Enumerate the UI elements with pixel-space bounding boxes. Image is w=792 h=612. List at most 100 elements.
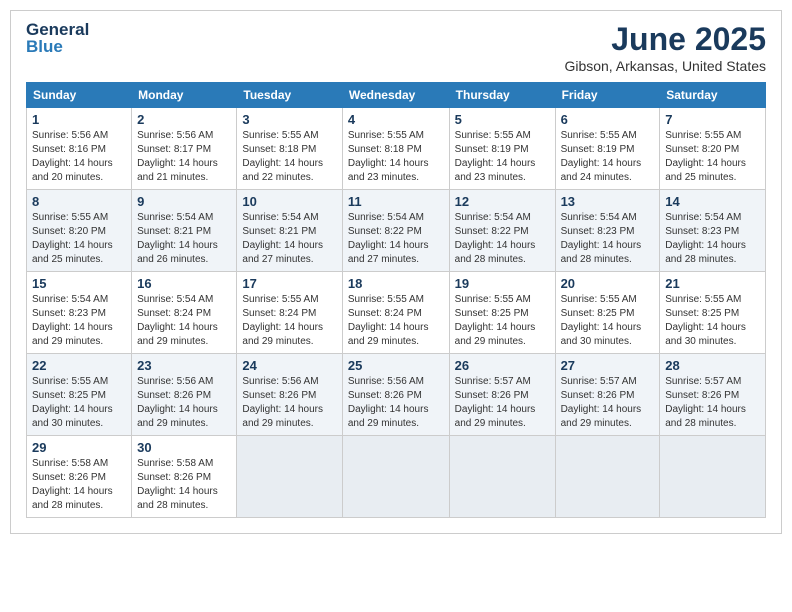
calendar-cell: 19 Sunrise: 5:55 AMSunset: 8:25 PMDayligh… <box>449 272 555 354</box>
calendar-cell: 30Sunrise: 5:58 AMSunset: 8:26 PMDayligh… <box>132 436 237 518</box>
weekday-header-thursday: Thursday <box>449 83 555 108</box>
day-info: Sunrise: 5:54 AMSunset: 8:24 PMDaylight:… <box>137 293 231 349</box>
calendar-cell: 11 Sunrise: 5:54 AMSunset: 8:22 PMDayligh… <box>342 190 449 272</box>
calendar-cell: 23 Sunrise: 5:56 AMSunset: 8:26 PMDayligh… <box>132 354 237 436</box>
calendar-cell: 12 Sunrise: 5:54 AMSunset: 8:22 PMDayligh… <box>449 190 555 272</box>
calendar-header-row: SundayMondayTuesdayWednesdayThursdayFrid… <box>27 83 766 108</box>
day-info: Sunrise: 5:54 AMSunset: 8:22 PMDaylight:… <box>455 211 550 267</box>
day-info: Sunrise: 5:56 AMSunset: 8:17 PMDaylight:… <box>137 129 231 185</box>
calendar-cell <box>660 436 766 518</box>
weekday-header-wednesday: Wednesday <box>342 83 449 108</box>
day-info: Sunrise: 5:55 AMSunset: 8:20 PMDaylight:… <box>665 129 760 185</box>
day-number: 15 <box>32 276 126 291</box>
day-number: 26 <box>455 358 550 373</box>
day-number: 12 <box>455 194 550 209</box>
day-number: 7 <box>665 112 760 127</box>
day-info: Sunrise: 5:58 AMSunset: 8:26 PMDaylight:… <box>32 457 126 513</box>
calendar-cell: 18Sunrise: 5:55 AMSunset: 8:24 PMDayligh… <box>342 272 449 354</box>
day-info: Sunrise: 5:54 AMSunset: 8:23 PMDaylight:… <box>665 211 760 267</box>
calendar-week-row: 29 Sunrise: 5:58 AMSunset: 8:26 PMDayligh… <box>27 436 766 518</box>
day-number: 3 <box>242 112 336 127</box>
calendar-cell: 5 Sunrise: 5:55 AMSunset: 8:19 PMDaylight… <box>449 108 555 190</box>
day-info: Sunrise: 5:55 AMSunset: 8:25 PMDaylight:… <box>32 375 126 431</box>
day-info: Sunrise: 5:55 AMSunset: 8:20 PMDaylight:… <box>32 211 126 267</box>
calendar-cell: 1Sunrise: 5:56 AMSunset: 8:16 PMDaylight… <box>27 108 132 190</box>
calendar-cell: 27 Sunrise: 5:57 AMSunset: 8:26 PMDayligh… <box>555 354 660 436</box>
day-number: 13 <box>561 194 655 209</box>
calendar-cell: 9 Sunrise: 5:54 AMSunset: 8:21 PMDaylight… <box>132 190 237 272</box>
day-info: Sunrise: 5:55 AMSunset: 8:24 PMDaylight:… <box>242 293 336 349</box>
calendar-cell: 21 Sunrise: 5:55 AMSunset: 8:25 PMDayligh… <box>660 272 766 354</box>
logo: General Blue <box>26 21 64 59</box>
day-number: 28 <box>665 358 760 373</box>
calendar-cell: 14 Sunrise: 5:54 AMSunset: 8:23 PMDayligh… <box>660 190 766 272</box>
day-number: 14 <box>665 194 760 209</box>
day-number: 25 <box>348 358 444 373</box>
day-number: 19 <box>455 276 550 291</box>
title-block: June 2025 Gibson, Arkansas, United State… <box>564 21 766 74</box>
day-info: Sunrise: 5:54 AMSunset: 8:23 PMDaylight:… <box>561 211 655 267</box>
calendar-cell: 6 Sunrise: 5:55 AMSunset: 8:19 PMDaylight… <box>555 108 660 190</box>
day-number: 4 <box>348 112 444 127</box>
day-number: 11 <box>348 194 444 209</box>
day-info: Sunrise: 5:57 AMSunset: 8:26 PMDaylight:… <box>455 375 550 431</box>
day-number: 30 <box>137 440 231 455</box>
day-info: Sunrise: 5:55 AMSunset: 8:18 PMDaylight:… <box>348 129 444 185</box>
day-number: 8 <box>32 194 126 209</box>
calendar-cell: 26 Sunrise: 5:57 AMSunset: 8:26 PMDayligh… <box>449 354 555 436</box>
page: General Blue June 2025 Gibson, Arkansas,… <box>10 10 782 534</box>
calendar-cell: 4 Sunrise: 5:55 AMSunset: 8:18 PMDaylight… <box>342 108 449 190</box>
calendar-cell: 20Sunrise: 5:55 AMSunset: 8:25 PMDayligh… <box>555 272 660 354</box>
calendar-week-row: 1Sunrise: 5:56 AMSunset: 8:16 PMDaylight… <box>27 108 766 190</box>
day-number: 2 <box>137 112 231 127</box>
calendar-table: SundayMondayTuesdayWednesdayThursdayFrid… <box>26 82 766 518</box>
day-number: 10 <box>242 194 336 209</box>
calendar-cell: 3 Sunrise: 5:55 AMSunset: 8:18 PMDaylight… <box>237 108 342 190</box>
calendar-cell: 25 Sunrise: 5:56 AMSunset: 8:26 PMDayligh… <box>342 354 449 436</box>
calendar-cell: 17 Sunrise: 5:55 AMSunset: 8:24 PMDayligh… <box>237 272 342 354</box>
calendar-cell: 2 Sunrise: 5:56 AMSunset: 8:17 PMDaylight… <box>132 108 237 190</box>
day-info: Sunrise: 5:54 AMSunset: 8:22 PMDaylight:… <box>348 211 444 267</box>
weekday-header-friday: Friday <box>555 83 660 108</box>
header: General Blue June 2025 Gibson, Arkansas,… <box>26 21 766 74</box>
calendar-cell: 24Sunrise: 5:56 AMSunset: 8:26 PMDayligh… <box>237 354 342 436</box>
location: Gibson, Arkansas, United States <box>564 58 766 74</box>
day-number: 5 <box>455 112 550 127</box>
day-info: Sunrise: 5:54 AMSunset: 8:21 PMDaylight:… <box>137 211 231 267</box>
day-number: 18 <box>348 276 444 291</box>
day-info: Sunrise: 5:55 AMSunset: 8:25 PMDaylight:… <box>665 293 760 349</box>
day-number: 17 <box>242 276 336 291</box>
day-info: Sunrise: 5:55 AMSunset: 8:25 PMDaylight:… <box>455 293 550 349</box>
day-info: Sunrise: 5:56 AMSunset: 8:26 PMDaylight:… <box>242 375 336 431</box>
calendar-week-row: 22Sunrise: 5:55 AMSunset: 8:25 PMDayligh… <box>27 354 766 436</box>
weekday-header-tuesday: Tuesday <box>237 83 342 108</box>
day-info: Sunrise: 5:54 AMSunset: 8:23 PMDaylight:… <box>32 293 126 349</box>
weekday-header-monday: Monday <box>132 83 237 108</box>
calendar-cell: 28Sunrise: 5:57 AMSunset: 8:26 PMDayligh… <box>660 354 766 436</box>
day-info: Sunrise: 5:54 AMSunset: 8:21 PMDaylight:… <box>242 211 336 267</box>
weekday-header-sunday: Sunday <box>27 83 132 108</box>
day-number: 21 <box>665 276 760 291</box>
calendar-cell: 16Sunrise: 5:54 AMSunset: 8:24 PMDayligh… <box>132 272 237 354</box>
calendar-week-row: 8 Sunrise: 5:55 AMSunset: 8:20 PMDaylight… <box>27 190 766 272</box>
day-number: 6 <box>561 112 655 127</box>
calendar-cell: 7 Sunrise: 5:55 AMSunset: 8:20 PMDaylight… <box>660 108 766 190</box>
calendar-cell <box>449 436 555 518</box>
calendar-cell: 8 Sunrise: 5:55 AMSunset: 8:20 PMDaylight… <box>27 190 132 272</box>
day-info: Sunrise: 5:56 AMSunset: 8:26 PMDaylight:… <box>348 375 444 431</box>
day-number: 1 <box>32 112 126 127</box>
calendar-cell: 22Sunrise: 5:55 AMSunset: 8:25 PMDayligh… <box>27 354 132 436</box>
day-info: Sunrise: 5:55 AMSunset: 8:19 PMDaylight:… <box>455 129 550 185</box>
day-info: Sunrise: 5:57 AMSunset: 8:26 PMDaylight:… <box>561 375 655 431</box>
day-info: Sunrise: 5:56 AMSunset: 8:26 PMDaylight:… <box>137 375 231 431</box>
calendar-week-row: 15 Sunrise: 5:54 AMSunset: 8:23 PMDayligh… <box>27 272 766 354</box>
day-number: 23 <box>137 358 231 373</box>
day-number: 9 <box>137 194 231 209</box>
calendar-cell: 10 Sunrise: 5:54 AMSunset: 8:21 PMDayligh… <box>237 190 342 272</box>
day-number: 29 <box>32 440 126 455</box>
day-number: 27 <box>561 358 655 373</box>
month-title: June 2025 <box>564 21 766 58</box>
calendar-cell: 13 Sunrise: 5:54 AMSunset: 8:23 PMDayligh… <box>555 190 660 272</box>
day-info: Sunrise: 5:55 AMSunset: 8:18 PMDaylight:… <box>242 129 336 185</box>
day-info: Sunrise: 5:55 AMSunset: 8:19 PMDaylight:… <box>561 129 655 185</box>
